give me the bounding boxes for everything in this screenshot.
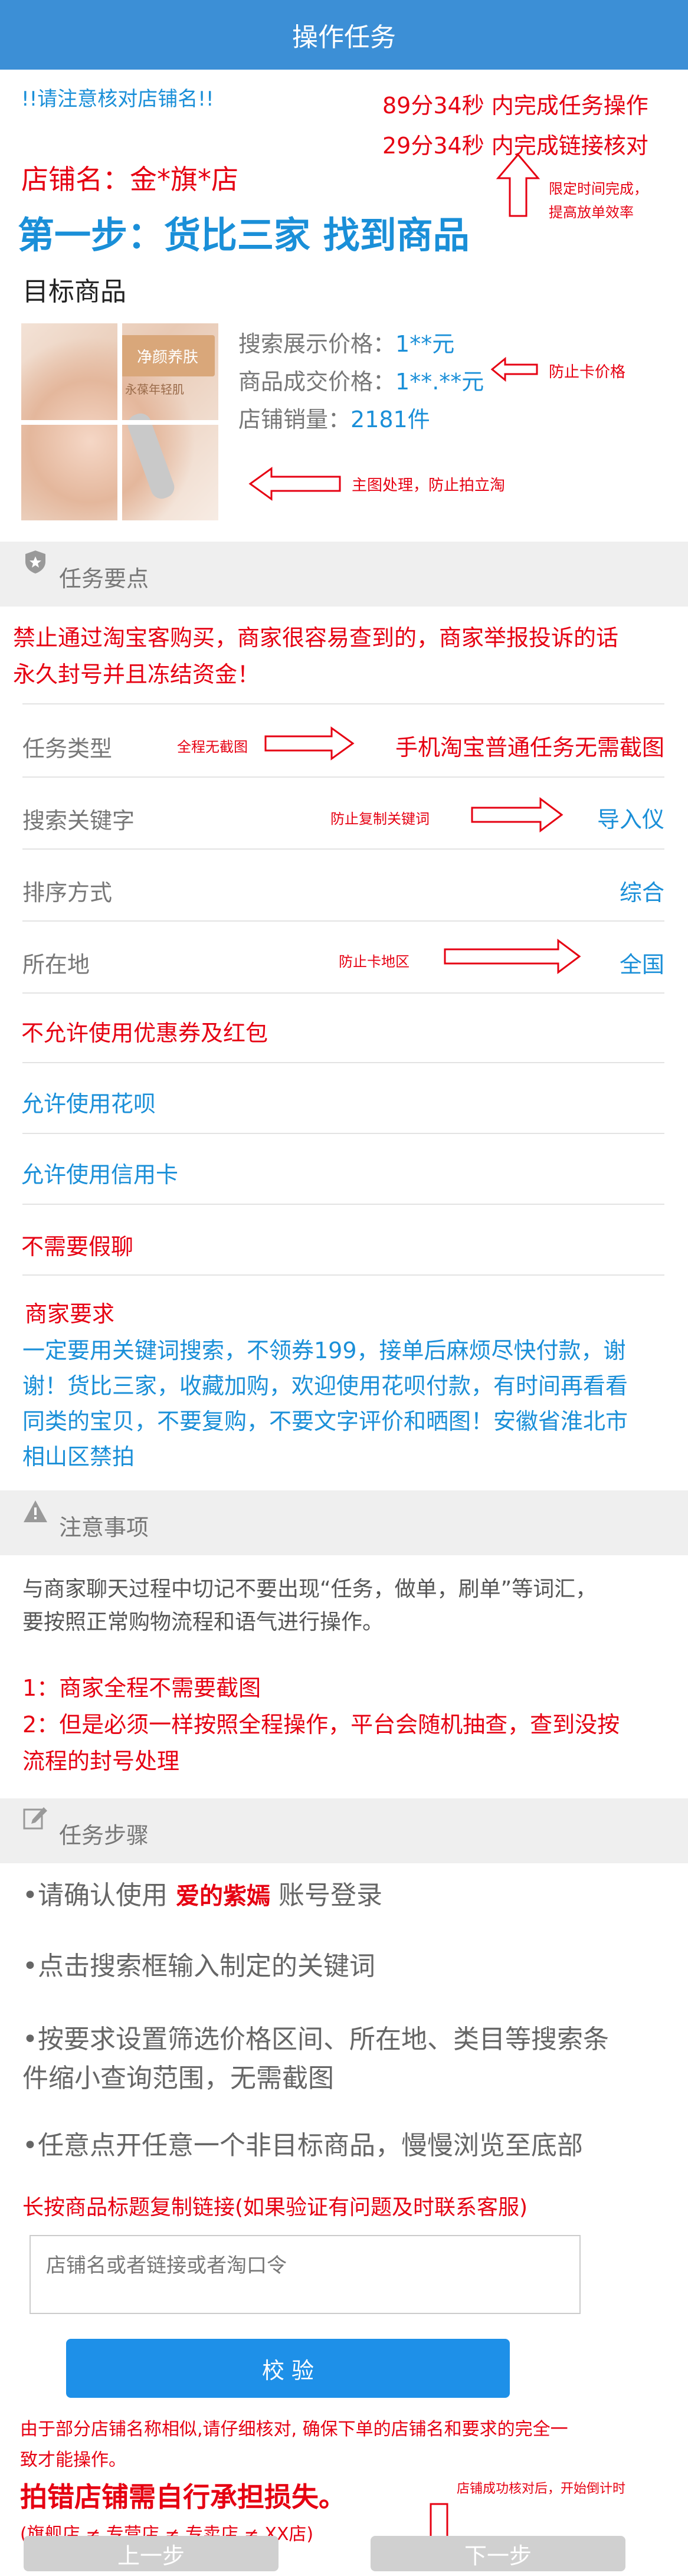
deal-price-row: 商品成交价格：1**.**元 xyxy=(238,363,484,396)
wrong-shop-warning: 拍错店铺需自行承担损失。 xyxy=(20,2481,346,2513)
product-image[interactable]: 净颜养肤 永葆年轻肌 xyxy=(21,323,218,520)
shop-name-warning: !!请注意核对店铺名!! xyxy=(21,87,214,111)
task-points-title: 任务要点 xyxy=(59,566,149,592)
sales-label: 店铺销量： xyxy=(238,407,351,432)
merchant-requirements-line: 一定要用关键词搜索，不领券199，接单后麻烦尽快付款，谢 xyxy=(22,1338,626,1364)
keyword-note: 防止复制关键词 xyxy=(330,811,430,827)
notes-title: 注意事项 xyxy=(59,1515,149,1541)
credit-card-rule: 允许使用信用卡 xyxy=(21,1162,179,1188)
verify-button[interactable]: 校 验 xyxy=(66,2339,510,2398)
page-title: 操作任务 xyxy=(292,22,396,53)
page-header: 操作任务 xyxy=(0,0,688,70)
keyword-label: 搜索关键字 xyxy=(22,808,135,834)
task-type-note: 全程无截图 xyxy=(177,739,248,755)
location-label: 所在地 xyxy=(22,952,90,978)
step-title: 第一步：货比三家 找到商品 xyxy=(18,214,470,257)
image-note: 主图处理，防止拍立淘 xyxy=(352,477,506,494)
left-arrow-icon xyxy=(248,466,342,502)
notes-red-3: 流程的封号处理 xyxy=(22,1748,180,1774)
ban-text-1: 禁止通过淘宝客购买，商家很容易查到的，商家举报投诉的话 xyxy=(13,625,619,651)
countdown-note: 店铺成功核对后，开始倒计时 xyxy=(457,2482,626,2496)
product-image-caption: 净颜养肤 xyxy=(120,335,215,376)
sales-count: 2181件 xyxy=(350,407,430,432)
chat-rule: 不需要假聊 xyxy=(21,1234,134,1260)
step-login: •请确认使用 爱的紫嫣 账号登录 xyxy=(22,1880,382,1910)
sort-label: 排序方式 xyxy=(22,880,113,906)
location-value: 全国 xyxy=(619,952,664,978)
display-price-row: 搜索展示价格：1**元 xyxy=(238,326,454,358)
merchant-requirements-line: 同类的宝贝，不要复购，不要文字评价和晒图！安徽省淮北市 xyxy=(22,1408,628,1434)
link-input-placeholder: 店铺名或者链接或者淘口令 xyxy=(46,2254,287,2277)
similar-shop-warning-2: 致才能操作。 xyxy=(20,2450,126,2470)
similar-shop-warning-1: 由于部分店铺名称相似,请仔细核对, 确保下单的店铺名和要求的完全一 xyxy=(20,2419,568,2440)
task-type-value: 手机淘宝普通任务无需截图 xyxy=(395,735,664,761)
merchant-requirements-line: 谢！货比三家，收藏加购，欢迎使用花呗付款，有时间再看看 xyxy=(22,1373,628,1399)
merchant-requirements-line: 相山区禁拍 xyxy=(22,1444,135,1470)
target-product-title: 目标商品 xyxy=(22,277,126,307)
display-price-label: 搜索展示价格： xyxy=(238,331,396,357)
right-arrow-icon xyxy=(443,938,582,975)
operation-timer: 89分34秒 内完成任务操作 xyxy=(382,93,648,119)
step-filter-2: 件缩小查询范围，无需截图 xyxy=(22,2063,334,2093)
link-input[interactable]: 店铺名或者链接或者淘口令 xyxy=(30,2235,581,2314)
timer-note-1: 限定时间完成， xyxy=(549,181,648,197)
notes-red-2: 2：但是必须一样按照全程操作，平台会随机抽查，查到没按 xyxy=(22,1712,620,1738)
task-type-label: 任务类型 xyxy=(22,736,113,762)
step-browse: •任意点开任意一个非目标商品，慢慢浏览至底部 xyxy=(22,2131,583,2161)
shop-name: 店铺名：金*旗*店 xyxy=(21,163,238,195)
account-name: 爱的紫嫣 xyxy=(175,1883,270,1910)
prev-step-button[interactable]: 上一步 xyxy=(24,2536,279,2571)
step-search: •点击搜索框输入制定的关键词 xyxy=(22,1951,375,1981)
up-arrow-icon xyxy=(494,152,542,218)
deal-price-label: 商品成交价格： xyxy=(238,369,396,395)
shield-icon xyxy=(22,549,48,575)
ban-text-2: 永久封号并且冻结资金！ xyxy=(13,661,260,687)
display-price: 1**元 xyxy=(395,331,455,357)
right-arrow-icon xyxy=(470,797,564,833)
copy-link-instruction: 长按商品标题复制链接(如果验证有问题及时联系客服) xyxy=(22,2195,528,2220)
sort-value: 综合 xyxy=(619,880,664,906)
deal-price-note: 防止卡价格 xyxy=(549,363,626,381)
product-image-subcaption: 永葆年轻肌 xyxy=(125,382,184,396)
steps-title: 任务步骤 xyxy=(59,1823,149,1849)
timer-note-2: 提高放单效率 xyxy=(549,204,634,221)
deal-price: 1**.**元 xyxy=(395,369,484,395)
merchant-requirements-title: 商家要求 xyxy=(25,1301,115,1327)
next-step-button[interactable]: 下一步 xyxy=(371,2536,625,2571)
notes-red-1: 1：商家全程不需要截图 xyxy=(22,1675,261,1701)
keyword-value: 导入仪 xyxy=(597,807,664,833)
notes-text-2: 要按照正常购物流程和语气进行操作。 xyxy=(22,1610,384,1634)
sales-row: 店铺销量：2181件 xyxy=(238,401,430,434)
edit-icon xyxy=(22,1805,48,1831)
warning-icon xyxy=(22,1499,48,1525)
left-arrow-icon xyxy=(490,356,539,382)
location-note: 防止卡地区 xyxy=(339,953,409,970)
huabei-rule: 允许使用花呗 xyxy=(21,1091,156,1117)
step-filter-1: •按要求设置筛选价格区间、所在地、类目等搜索条 xyxy=(22,2024,609,2054)
right-arrow-icon xyxy=(263,726,355,761)
coupon-rule: 不允许使用优惠券及红包 xyxy=(21,1020,268,1046)
notes-text-1: 与商家聊天过程中切记不要出现“任务，做单，刷单”等词汇， xyxy=(22,1577,597,1601)
